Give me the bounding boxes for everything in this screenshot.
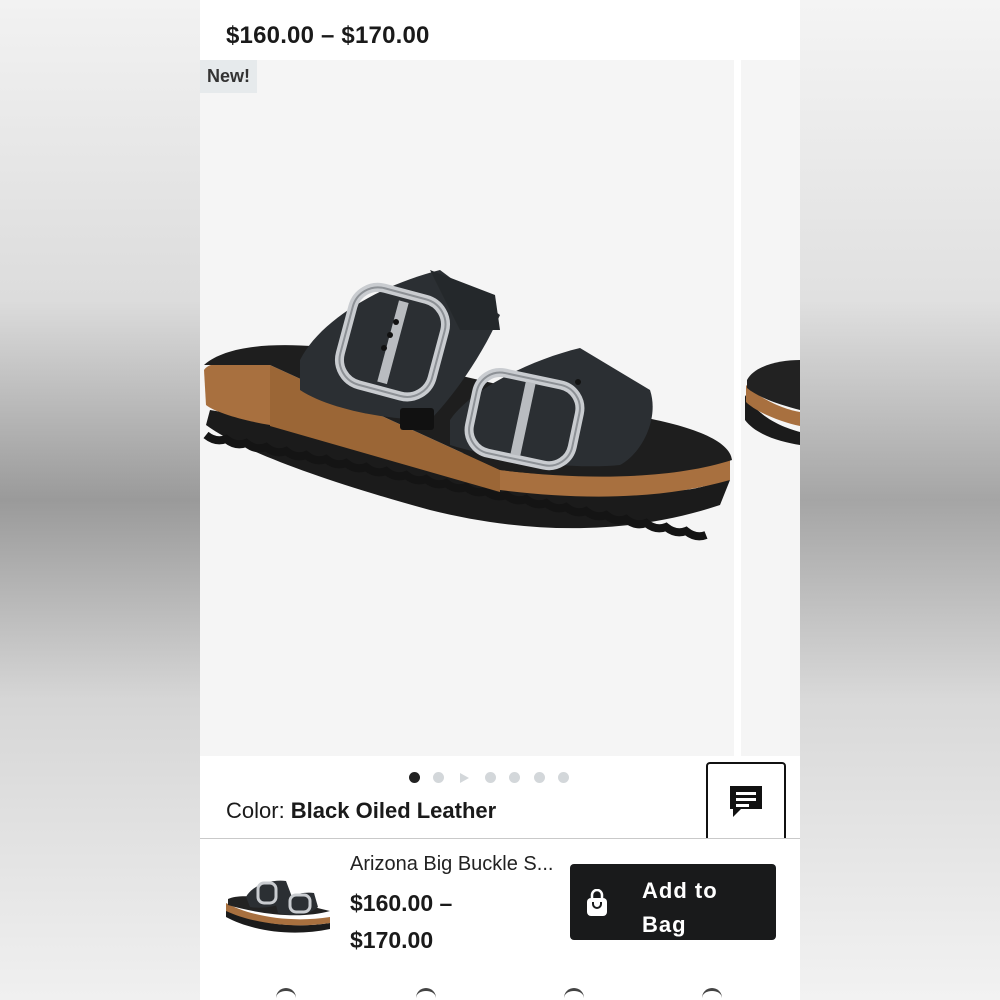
forward-icon[interactable] <box>416 988 436 1000</box>
carousel-dot-4[interactable] <box>485 772 496 783</box>
backdrop-left <box>0 0 200 1000</box>
carousel-dot-5[interactable] <box>509 772 520 783</box>
color-selection: Color: Black Oiled Leather <box>226 798 496 824</box>
chat-button[interactable] <box>706 762 786 842</box>
price-range: $160.00 – $170.00 <box>226 22 430 49</box>
product-image[interactable]: New! <box>200 60 734 756</box>
share-icon[interactable] <box>564 988 584 1000</box>
add-to-bag-line-1: Add to <box>642 878 718 903</box>
product-thumbnail <box>222 867 334 939</box>
product-page: $160.00 – $170.00 New! Color: Black Oile… <box>200 0 800 1000</box>
carousel-dot-1[interactable] <box>409 772 420 783</box>
add-to-bag-button[interactable]: Add to Bag <box>570 864 776 940</box>
sandal-image <box>203 270 732 541</box>
carousel-video-icon[interactable] <box>460 773 469 783</box>
backdrop-right <box>800 0 1000 1000</box>
price-line-1: $160.00 – <box>350 890 453 916</box>
new-badge: New! <box>200 60 258 93</box>
next-product-image[interactable] <box>741 60 800 756</box>
browser-nav-bar <box>200 988 800 1000</box>
carousel-dot-2[interactable] <box>433 772 444 783</box>
chat-bubble-icon <box>730 786 762 817</box>
color-label: Color: <box>226 798 291 823</box>
product-price: $160.00 – $170.00 <box>350 885 452 959</box>
product-name[interactable]: Arizona Big Buckle S... <box>350 853 553 876</box>
sandal-thumbnail <box>226 880 330 933</box>
carousel-dot-6[interactable] <box>534 772 545 783</box>
sandal-image-partial <box>745 360 800 445</box>
add-to-bag-line-2: Bag <box>642 912 687 937</box>
carousel-dot-7[interactable] <box>558 772 569 783</box>
price-line-2: $170.00 <box>350 927 434 953</box>
shopping-bag-icon <box>587 889 607 916</box>
image-carousel[interactable]: New! <box>200 60 800 756</box>
add-to-bag-label: Add to Bag <box>642 874 762 942</box>
add-to-bag-bar: Arizona Big Buckle S... $160.00 – $170.0… <box>200 838 800 1000</box>
color-value: Black Oiled Leather <box>290 798 497 823</box>
back-icon[interactable] <box>276 988 296 1000</box>
refresh-icon[interactable] <box>702 988 722 1000</box>
